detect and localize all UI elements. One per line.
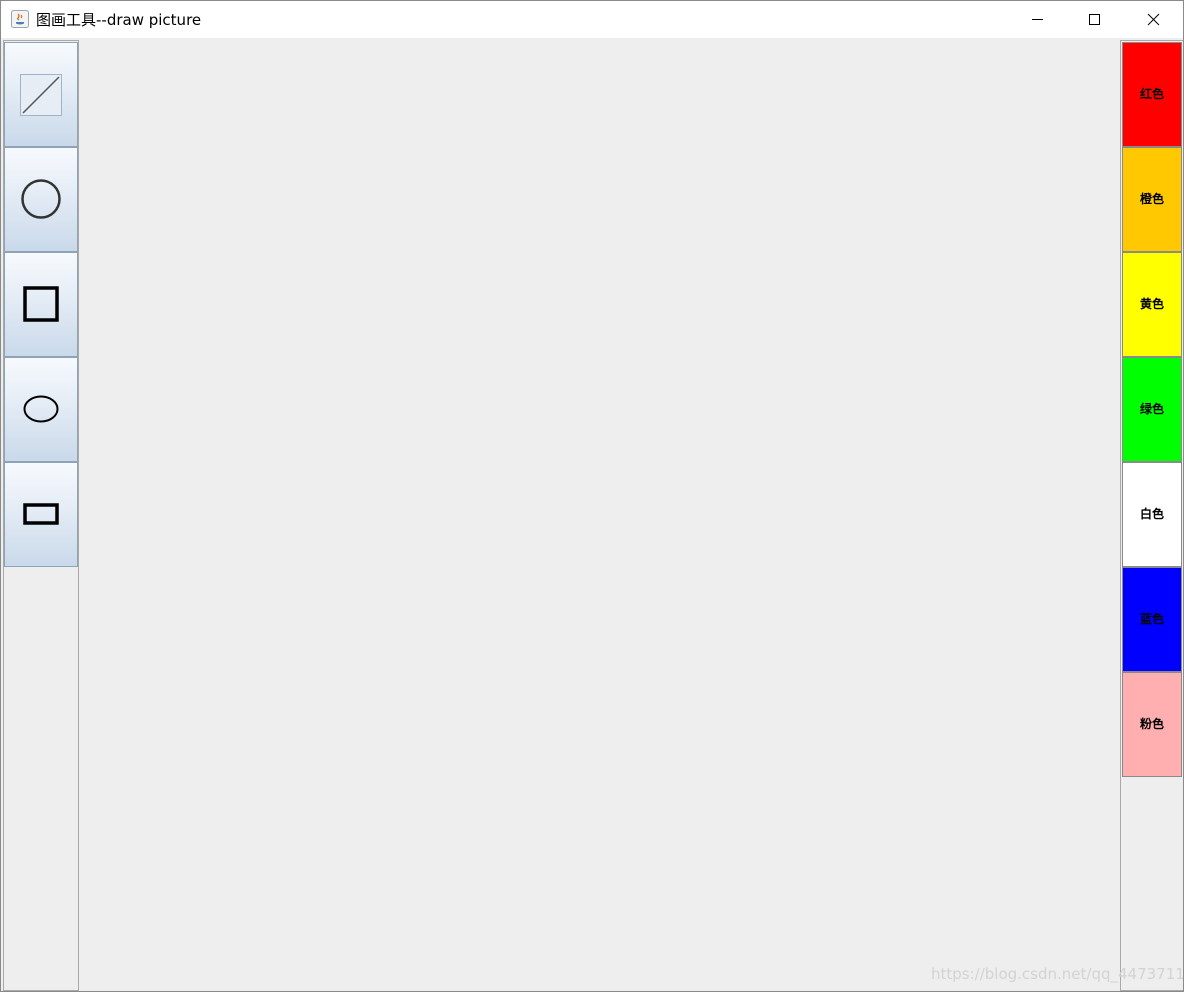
title-bar[interactable]: 图画工具--draw picture [1,1,1183,38]
color-button-yellow[interactable]: 黄色 [1122,252,1182,357]
drawing-canvas[interactable] [79,40,1119,991]
maximize-button[interactable] [1066,1,1124,38]
window-title: 图画工具--draw picture [36,11,202,29]
close-button[interactable] [1125,1,1183,38]
color-label: 橙色 [1139,192,1164,206]
color-button-blue[interactable]: 蓝色 [1122,567,1182,672]
circle-tool-button[interactable] [4,147,78,252]
color-label: 蓝色 [1139,612,1164,626]
maximize-icon [1089,14,1100,25]
color-palette: 红色 橙色 黄色 绿色 白色 蓝色 粉色 [1120,40,1183,991]
line-tool-button[interactable] [4,42,78,147]
square-tool-button[interactable] [4,252,78,357]
oval-tool-button[interactable] [4,357,78,462]
rectangle-icon [23,503,59,525]
minimize-icon [1032,19,1043,20]
color-button-pink[interactable]: 粉色 [1122,672,1182,777]
watermark: https://blog.csdn.net/qq_44737119 [931,965,1184,983]
color-button-green[interactable]: 绿色 [1122,357,1182,462]
color-button-white[interactable]: 白色 [1122,462,1182,567]
color-label: 红色 [1139,87,1164,101]
app-window: 图画工具--draw picture 红色 橙色 黄色 绿色 白色 蓝色 粉色 … [0,0,1184,992]
color-label: 黄色 [1139,297,1164,311]
square-icon [23,286,59,322]
rectangle-tool-button[interactable] [4,462,78,567]
minimize-button[interactable] [1008,1,1066,38]
color-label: 白色 [1139,507,1164,521]
color-button-red[interactable]: 红色 [1122,42,1182,147]
color-button-orange[interactable]: 橙色 [1122,147,1182,252]
line-icon [20,74,62,116]
oval-icon [23,395,59,423]
java-app-icon [11,10,29,28]
circle-icon [21,179,61,219]
color-label: 绿色 [1139,402,1164,416]
close-icon [1147,13,1160,26]
shape-toolbar [3,40,79,991]
color-label: 粉色 [1139,717,1164,731]
